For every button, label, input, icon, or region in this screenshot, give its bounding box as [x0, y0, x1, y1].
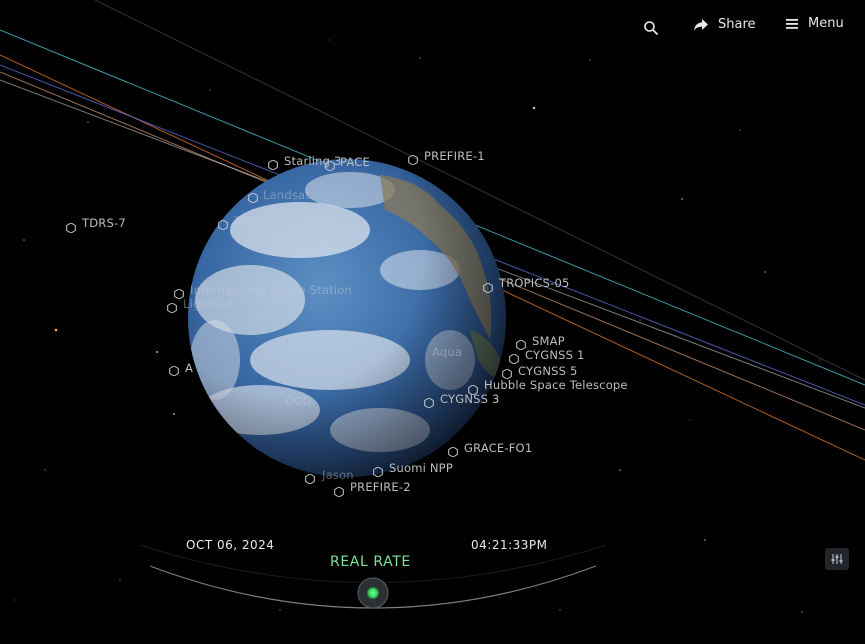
satellite-label-lightsail[interactable]: Lightsail: [183, 297, 233, 311]
date-display[interactable]: OCT 06, 2024: [186, 538, 274, 552]
satellite-icon[interactable]: [334, 487, 344, 497]
satellite-label-pace[interactable]: PACE: [340, 155, 370, 169]
menu-label: Menu: [808, 16, 844, 31]
menu-icon: [786, 18, 798, 29]
satellite-icon[interactable]: [167, 303, 177, 313]
satellite-label-aqua[interactable]: Aqua: [432, 345, 462, 359]
satellite-label-tdrs7[interactable]: TDRS-7: [82, 216, 126, 230]
satellite-icon[interactable]: [424, 398, 434, 408]
satellite-icon[interactable]: [448, 447, 458, 457]
satellite-label-starling[interactable]: Starling 3: [284, 154, 342, 168]
satellite-icon[interactable]: [248, 193, 258, 203]
satellite-icon[interactable]: [509, 354, 519, 364]
satellite-label-jason[interactable]: Jason: [322, 468, 354, 482]
satellite-label-terra[interactable]: Terra: [234, 214, 263, 228]
share-label: Share: [718, 17, 756, 32]
satellite-icon[interactable]: [268, 160, 278, 170]
satellite-icon[interactable]: [169, 366, 179, 376]
time-scrubber-knob[interactable]: [358, 578, 388, 608]
rate-button[interactable]: REAL RATE: [330, 554, 411, 570]
satellite-label-tropics[interactable]: TROPICS-05: [499, 276, 570, 290]
share-button[interactable]: Share: [693, 17, 756, 32]
satellite-label-cygnss3[interactable]: CYGNSS 3: [440, 392, 500, 406]
time-display[interactable]: 04:21:33PM: [471, 538, 547, 552]
satellite-icon[interactable]: [305, 474, 315, 484]
sliders-icon: [831, 554, 843, 564]
satellite-label-smap[interactable]: SMAP: [532, 334, 565, 348]
satellite-label-hubble[interactable]: Hubble Space Telescope: [484, 378, 628, 392]
satellite-icon[interactable]: [373, 467, 383, 477]
satellite-label-prefire2[interactable]: PREFIRE-2: [350, 480, 411, 494]
satellite-label-a[interactable]: A: [185, 361, 193, 375]
menu-button[interactable]: Menu: [786, 16, 844, 31]
search-button[interactable]: [643, 19, 661, 37]
satellite-label-iss[interactable]: International Space Station: [190, 283, 352, 297]
earth-globe: [188, 159, 506, 477]
space-scene[interactable]: [0, 0, 865, 644]
satellite-icon[interactable]: [483, 283, 493, 293]
satellite-label-cygnss1[interactable]: CYGNSS 1: [525, 348, 585, 362]
settings-button[interactable]: [825, 548, 849, 570]
satellite-label-suomi[interactable]: Suomi NPP: [389, 461, 453, 475]
satellite-label-cygnss5[interactable]: CYGNSS 5: [518, 364, 578, 378]
satellite-label-oco[interactable]: OCO: [285, 394, 312, 408]
satellite-icon[interactable]: [408, 155, 418, 165]
satellite-label-prefire1[interactable]: PREFIRE-1: [424, 149, 485, 163]
search-icon: [644, 21, 658, 35]
share-icon: [694, 18, 708, 31]
satellite-icon[interactable]: [66, 223, 76, 233]
satellite-icon[interactable]: [218, 220, 228, 230]
satellite-label-grace[interactable]: GRACE-FO1: [464, 441, 532, 455]
satellite-label-landsat[interactable]: Landsat: [263, 188, 310, 202]
